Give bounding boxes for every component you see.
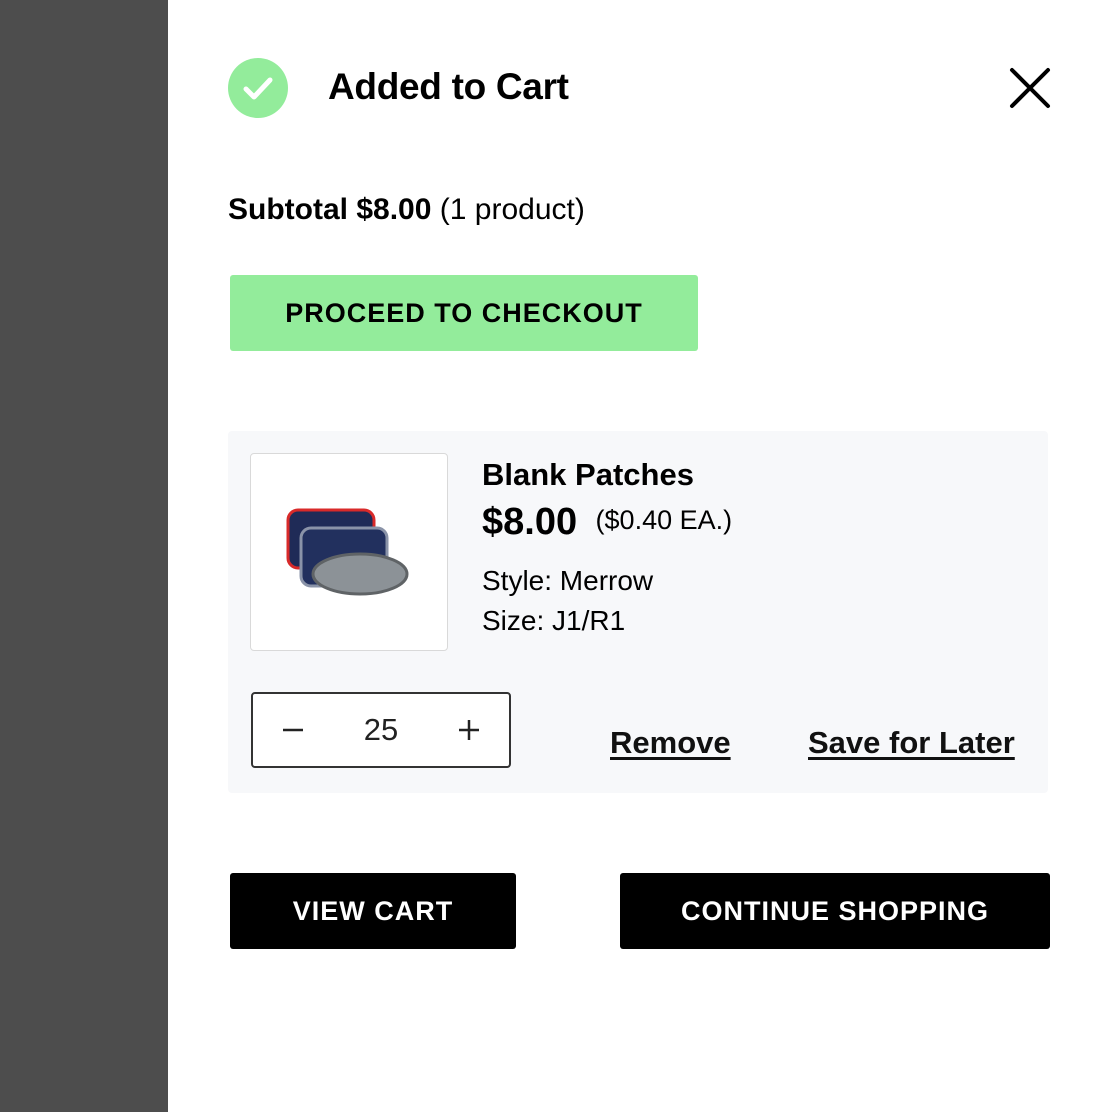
subtotal-line: Subtotal $8.00 (1 product) bbox=[228, 193, 585, 227]
subtotal-count: (1 product) bbox=[439, 193, 585, 226]
page-overlay[interactable] bbox=[0, 0, 168, 1112]
drawer-title: Added to Cart bbox=[328, 66, 569, 107]
proceed-to-checkout-button[interactable]: PROCEED TO CHECKOUT bbox=[230, 275, 698, 351]
product-name[interactable]: Blank Patches bbox=[482, 457, 694, 493]
view-cart-button[interactable]: VIEW CART bbox=[230, 873, 516, 949]
quantity-stepper: 25 bbox=[251, 692, 511, 768]
cart-drawer: Added to Cart Subtotal $8.00 (1 product)… bbox=[168, 0, 1112, 1112]
product-image[interactable] bbox=[250, 453, 448, 651]
continue-shopping-button[interactable]: CONTINUE SHOPPING bbox=[620, 873, 1050, 949]
close-icon[interactable] bbox=[1008, 66, 1052, 110]
price-row: $8.00 ($0.40 EA.) bbox=[482, 501, 732, 544]
subtotal-label: Subtotal bbox=[228, 193, 348, 226]
save-for-later-link[interactable]: Save for Later bbox=[808, 725, 1015, 761]
plus-icon[interactable] bbox=[439, 694, 499, 766]
product-price: $8.00 bbox=[482, 501, 578, 543]
check-circle-icon bbox=[228, 58, 288, 118]
product-style: Style: Merrow bbox=[482, 565, 654, 596]
product-size: Size: J1/R1 bbox=[482, 605, 626, 636]
unit-price: ($0.40 EA.) bbox=[595, 505, 733, 535]
remove-link[interactable]: Remove bbox=[610, 725, 731, 761]
cart-item-card: Blank Patches $8.00 ($0.40 EA.) Style: M… bbox=[228, 431, 1048, 793]
quantity-value[interactable]: 25 bbox=[333, 694, 429, 766]
minus-icon[interactable] bbox=[263, 694, 323, 766]
subtotal-amount: $8.00 bbox=[356, 193, 432, 226]
